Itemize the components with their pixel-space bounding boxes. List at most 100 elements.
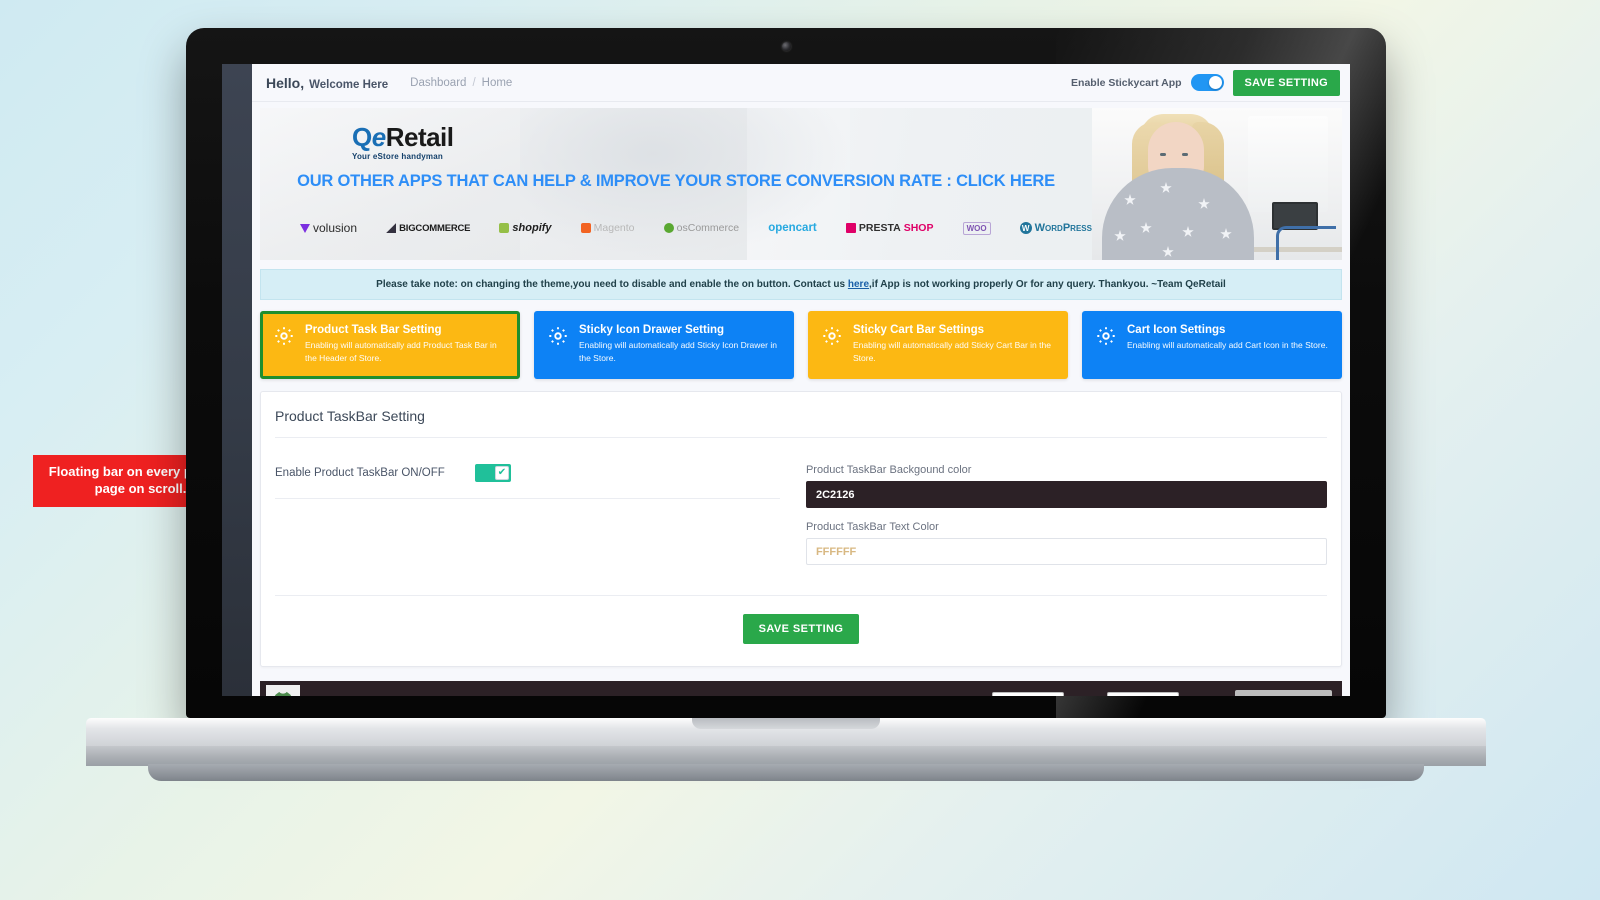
panel-column-right: Product TaskBar Backgound color Product … xyxy=(805,464,1327,565)
panel-footer: SAVE SETTING xyxy=(275,595,1327,644)
platform-label: shopify xyxy=(512,222,552,234)
sweater-star xyxy=(1114,230,1126,241)
laptop-mockup: Hello, Welcome Here Dashboard / Home Ena… xyxy=(86,28,1486,781)
stickycart-toggle[interactable] xyxy=(1190,74,1224,91)
sticky-product-bar: Lorem Ipsum 2 -InStock Size S Color Gree… xyxy=(260,681,1342,696)
greeting-hello: Hello, xyxy=(266,74,305,91)
platform-label: volusion xyxy=(313,221,358,235)
platform-wordpress: W WordPress xyxy=(1019,222,1092,234)
oscommerce-icon xyxy=(663,223,674,233)
card-description: Enabling will automatically add Sticky C… xyxy=(853,340,1051,363)
enable-taskbar-checkbox[interactable]: ✔ xyxy=(475,464,511,482)
app-topbar: Hello, Welcome Here Dashboard / Home Ena… xyxy=(252,64,1350,102)
enable-taskbar-label: Enable Product TaskBar ON/OFF xyxy=(275,467,445,479)
card-description: Enabling will automatically add Cart Ico… xyxy=(1127,340,1328,351)
logo-letter-q: Q xyxy=(352,122,372,152)
platform-opencart: opencart xyxy=(768,222,817,234)
text-color-input[interactable] xyxy=(805,538,1327,565)
size-select[interactable]: S xyxy=(991,692,1064,696)
laptop-lid: Hello, Welcome Here Dashboard / Home Ena… xyxy=(186,28,1386,718)
base-foot xyxy=(148,764,1424,781)
bigcommerce-icon xyxy=(386,223,397,233)
topbar-actions: Enable Stickycart App SAVE SETTING xyxy=(1071,69,1340,96)
banner-photo xyxy=(1092,108,1342,260)
webcam-icon xyxy=(782,42,791,51)
color-select[interactable]: Green xyxy=(1106,692,1179,696)
platform-shopify: shopify xyxy=(499,222,552,234)
product-taskbar-settings-panel: Product TaskBar Setting Enable Product T… xyxy=(260,391,1342,667)
promo-banner[interactable]: QeRetail Your eStore handyman OUR OTHER … xyxy=(260,108,1342,260)
laptop-screen: Hello, Welcome Here Dashboard / Home Ena… xyxy=(222,64,1350,696)
platform-label: osCommerce xyxy=(676,222,740,234)
background-color-input[interactable] xyxy=(805,481,1327,508)
platform-label: opencart xyxy=(768,222,817,234)
add-to-cart-button[interactable]: ADD TO CART xyxy=(1234,690,1332,696)
volusion-icon xyxy=(300,223,310,233)
card-cart-icon-settings[interactable]: Cart Icon Settings Enabling will automat… xyxy=(1082,311,1342,379)
sweater-star xyxy=(1198,198,1210,209)
tshirt-icon xyxy=(274,691,292,696)
logo-tagline: Your eStore handyman xyxy=(352,152,443,161)
notice-here-link[interactable]: here xyxy=(848,279,869,290)
platform-bigcommerce: BIGCOMMERCE xyxy=(386,222,471,234)
app-sidebar-rail xyxy=(222,64,252,696)
platform-label-a: PRESTA xyxy=(858,222,901,234)
platform-magento: Magento xyxy=(580,222,635,234)
gear-icon xyxy=(1095,325,1117,365)
logo-letter-e: e xyxy=(371,122,386,152)
background-color-label: Product TaskBar Backgound color xyxy=(805,464,972,476)
card-title: Cart Icon Settings xyxy=(1127,324,1226,336)
magento-icon xyxy=(580,223,591,233)
photo-window xyxy=(1248,116,1328,212)
platform-logos: volusion BIGCOMMERCE shopify Magento osC… xyxy=(300,221,1092,235)
card-product-task-bar-setting[interactable]: Product Task Bar Setting Enabling will a… xyxy=(260,311,520,379)
base-lip xyxy=(86,746,1486,766)
card-title: Product Task Bar Setting xyxy=(305,324,442,336)
text-color-field-group: Product TaskBar Text Color xyxy=(805,521,1327,565)
notice-bar: Please take note: on changing the theme,… xyxy=(260,269,1342,300)
panel-title: Product TaskBar Setting xyxy=(275,408,425,424)
platform-volusion: volusion xyxy=(300,221,357,235)
app-viewport: Hello, Welcome Here Dashboard / Home Ena… xyxy=(252,64,1350,696)
base-notch xyxy=(692,718,880,729)
qeretail-logo: QeRetail Your eStore handyman xyxy=(352,124,454,161)
stickycart-toggle-label: Enable Stickycart App xyxy=(1071,76,1182,89)
card-sticky-icon-drawer-setting[interactable]: Sticky Icon Drawer Setting Enabling will… xyxy=(534,311,794,379)
notice-text-after: ,if App is not working properly Or for a… xyxy=(869,279,1226,290)
toggle-knob xyxy=(1208,76,1222,89)
platform-label: BIGCOMMERCE xyxy=(399,222,471,234)
banner-headline[interactable]: OUR OTHER APPS THAT CAN HELP & IMPROVE Y… xyxy=(260,172,1092,191)
card-sticky-cart-bar-settings[interactable]: Sticky Cart Bar Settings Enabling will a… xyxy=(808,311,1068,379)
card-description: Enabling will automatically add Product … xyxy=(305,340,497,363)
gear-icon xyxy=(273,325,295,365)
platform-prestashop: PRESTA SHOP xyxy=(845,222,933,234)
laptop-base xyxy=(86,718,1486,782)
save-setting-panel-button[interactable]: SAVE SETTING xyxy=(742,614,860,644)
photo-eye-right xyxy=(1182,153,1188,156)
card-description: Enabling will automatically add Sticky I… xyxy=(579,340,777,363)
breadcrumb-dashboard[interactable]: Dashboard xyxy=(410,77,466,89)
checkmark-icon: ✔ xyxy=(495,466,509,480)
panel-column-left: Enable Product TaskBar ON/OFF ✔ xyxy=(275,464,780,565)
card-title: Sticky Cart Bar Settings xyxy=(853,324,985,336)
breadcrumb: Dashboard / Home xyxy=(410,77,512,89)
product-thumbnail xyxy=(266,685,300,696)
card-title: Sticky Icon Drawer Setting xyxy=(579,324,725,336)
logo-wordmark: QeRetail xyxy=(352,124,454,150)
sweater-star xyxy=(1140,222,1152,233)
gear-icon xyxy=(821,325,843,365)
sweater-star xyxy=(1124,194,1136,205)
platform-label: WOO xyxy=(962,221,991,235)
sweater-star xyxy=(1220,228,1232,239)
breadcrumb-home[interactable]: Home xyxy=(482,77,513,89)
wordpress-icon: W xyxy=(1019,222,1032,234)
panel-body: Enable Product TaskBar ON/OFF ✔ Product … xyxy=(275,438,1327,565)
background-color-field-group: Product TaskBar Backgound color xyxy=(805,464,1327,508)
save-setting-top-button[interactable]: SAVE SETTING xyxy=(1232,69,1340,96)
gear-icon xyxy=(547,325,569,365)
platform-label: WordPress xyxy=(1034,222,1092,234)
enable-taskbar-row: Enable Product TaskBar ON/OFF ✔ xyxy=(275,464,780,499)
notice-text-before: Please take note: on changing the theme,… xyxy=(376,279,848,290)
settings-cards: Product Task Bar Setting Enabling will a… xyxy=(260,311,1342,379)
platform-woocommerce: WOO xyxy=(962,221,991,235)
